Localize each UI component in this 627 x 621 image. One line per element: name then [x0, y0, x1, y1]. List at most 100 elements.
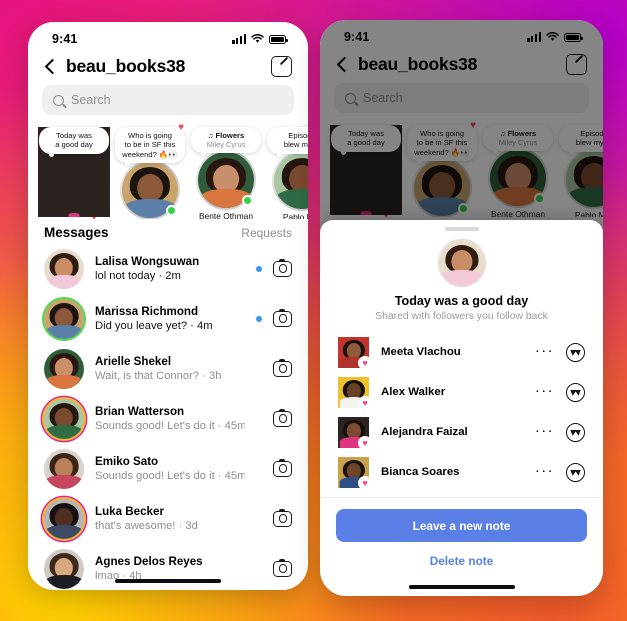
- thread-preview: lol not today · 2m: [95, 270, 181, 283]
- search-input[interactable]: Search: [42, 85, 294, 115]
- inbox-header: beau_books38: [28, 52, 308, 83]
- more-options-icon[interactable]: ···: [535, 383, 554, 402]
- avatar: [44, 399, 84, 439]
- avatar: ♥: [338, 456, 372, 490]
- more-options-icon[interactable]: ···: [535, 343, 554, 362]
- list-item[interactable]: ♥ Alejandra Faizal ···: [320, 412, 603, 452]
- viewer-name: Bianca Soares: [381, 466, 460, 478]
- thread-preview: Wait, is that Connor? · 3h: [95, 370, 222, 383]
- camera-icon[interactable]: [273, 458, 292, 477]
- thread-preview: Did you leave yet? · 4m: [95, 320, 213, 333]
- online-status-dot: [166, 204, 177, 216]
- status-icons: [232, 34, 288, 44]
- table-row[interactable]: Luka Becker that's awesome! · 3d: [28, 494, 308, 544]
- thread-preview: that's awesome! · 3d: [95, 520, 198, 533]
- thread-preview: Sounds good! Let's do it · 45m: [95, 470, 245, 483]
- note-song-title: ♫ Flowers: [207, 131, 245, 140]
- notes-strip[interactable]: Today was a good day♥Who is going to be …: [28, 123, 308, 219]
- camera-icon[interactable]: [273, 558, 292, 577]
- note-reactors[interactable]: ♥: [38, 127, 110, 219]
- note-bubble[interactable]: Episode blew my m: [267, 127, 308, 156]
- note-bubble-text: Today was a good day: [55, 131, 93, 150]
- battery-icon: [269, 35, 288, 44]
- avatar: [44, 549, 84, 589]
- note-avatar[interactable]: [272, 150, 308, 211]
- note-item[interactable]: Today was a good day♥: [38, 127, 110, 219]
- note-item[interactable]: Episode blew my m Pablo Mor: [266, 127, 308, 219]
- home-indicator: [115, 579, 221, 583]
- note-avatar[interactable]: [120, 159, 180, 219]
- avatar: [44, 499, 84, 539]
- heart-icon: ♥: [178, 123, 184, 133]
- avatar-image: [44, 349, 84, 389]
- chevron-left-icon[interactable]: [42, 59, 58, 75]
- viewer-name: Alejandra Faizal: [381, 426, 468, 438]
- heart-reaction-icon: ♥: [358, 435, 372, 450]
- viewers-list[interactable]: ♥ Meeta Vlachou ··· ♥ Alex Walker ··· ♥ Alejand…: [320, 332, 603, 492]
- leave-new-note-button[interactable]: Leave a new note: [336, 509, 587, 542]
- compose-icon[interactable]: [271, 56, 292, 77]
- thread-name: Emiko Sato: [95, 454, 159, 468]
- table-row[interactable]: Marissa Richmond Did you leave yet? · 4m: [28, 294, 308, 344]
- table-row[interactable]: Arielle Shekel Wait, is that Connor? · 3h: [28, 344, 308, 394]
- table-row[interactable]: Brian Watterson Sounds good! Let's do it …: [28, 394, 308, 444]
- note-hero: Today was a good day Shared with followe…: [320, 231, 603, 332]
- viewer-name: Alex Walker: [381, 386, 446, 398]
- more-options-icon[interactable]: ···: [535, 463, 554, 482]
- avatar-image: [44, 549, 84, 589]
- list-item[interactable]: ♥ Meeta Vlachou ···: [320, 332, 603, 372]
- note-audience: Shared with followers you follow back: [375, 311, 548, 322]
- cellular-bars-icon: [232, 34, 246, 44]
- messenger-icon[interactable]: [566, 342, 585, 362]
- thread-text: Brian Watterson Sounds good! Let's do it …: [95, 404, 245, 435]
- thread-name: Luka Becker: [95, 504, 164, 518]
- inbox-screen: 9:41 beau_books38 Search Today was a goo…: [28, 22, 308, 590]
- requests-link[interactable]: Requests: [241, 226, 292, 240]
- camera-icon[interactable]: [273, 508, 292, 527]
- search-placeholder: Search: [71, 93, 111, 107]
- list-item[interactable]: ♥ Bianca Soares ···: [320, 452, 603, 492]
- messenger-icon[interactable]: [566, 422, 585, 442]
- thread-preview: Sounds good! Let's do it · 45m: [95, 420, 245, 433]
- avatar-image: [44, 299, 84, 339]
- list-item[interactable]: ♥ Alex Walker ···: [320, 372, 603, 412]
- note-bubble[interactable]: ♫ Flowers Miley Cyrus: [191, 127, 261, 157]
- avatar-image: [44, 499, 84, 539]
- note-text: Today was a good day: [394, 294, 529, 308]
- messages-title: Messages: [44, 225, 109, 240]
- camera-icon[interactable]: [273, 408, 292, 427]
- note-bubble-text: Who is going to be in SF this weekend? 🔥…: [122, 131, 178, 159]
- avatar: [438, 240, 485, 286]
- note-item[interactable]: Who is going to be in SF this weekend? 🔥…: [114, 123, 186, 219]
- delete-note-button[interactable]: Delete note: [320, 554, 603, 568]
- phone-left: 9:41 beau_books38 Search Today was a goo…: [28, 22, 308, 590]
- thread-text: Arielle Shekel Wait, is that Connor? · 3h: [95, 354, 245, 385]
- camera-icon[interactable]: [273, 308, 292, 327]
- avatar: [44, 299, 84, 339]
- note-author-name: Bente Othman: [198, 211, 253, 219]
- status-time: 9:41: [52, 32, 78, 46]
- messenger-icon[interactable]: [566, 382, 585, 402]
- more-options-icon[interactable]: ···: [535, 423, 554, 442]
- note-item[interactable]: ♫ Flowers Miley Cyrus Bente Othman: [190, 127, 262, 219]
- camera-icon[interactable]: [273, 358, 292, 377]
- home-indicator: [408, 585, 515, 589]
- reactor-avatar: [38, 127, 110, 219]
- note-avatar[interactable]: [196, 150, 256, 211]
- messages-section-header: Messages Requests: [28, 219, 308, 244]
- avatar: ♥: [338, 376, 372, 410]
- table-row[interactable]: Lalisa Wongsuwan lol not today · 2m: [28, 244, 308, 294]
- unread-dot: [256, 266, 262, 272]
- note-detail-screen: 9:41 beau_books38 Search Today was a goo…: [320, 20, 603, 596]
- thread-name: Arielle Shekel: [95, 354, 172, 368]
- avatar: ♥: [338, 336, 372, 370]
- messenger-icon[interactable]: [566, 462, 585, 482]
- heart-reaction-icon: ♥: [358, 355, 372, 370]
- table-row[interactable]: Agnes Delos Reyes lmao · 4h: [28, 544, 308, 590]
- threads-list[interactable]: Lalisa Wongsuwan lol not today · 2m Mariss…: [28, 244, 308, 590]
- viewer-name: Meeta Vlachou: [381, 346, 461, 358]
- note-bubble[interactable]: Today was a good day: [39, 127, 109, 156]
- table-row[interactable]: Emiko Sato Sounds good! Let's do it · 45m: [28, 444, 308, 494]
- note-bubble[interactable]: Who is going to be in SF this weekend? 🔥…: [115, 127, 185, 166]
- camera-icon[interactable]: [273, 258, 292, 277]
